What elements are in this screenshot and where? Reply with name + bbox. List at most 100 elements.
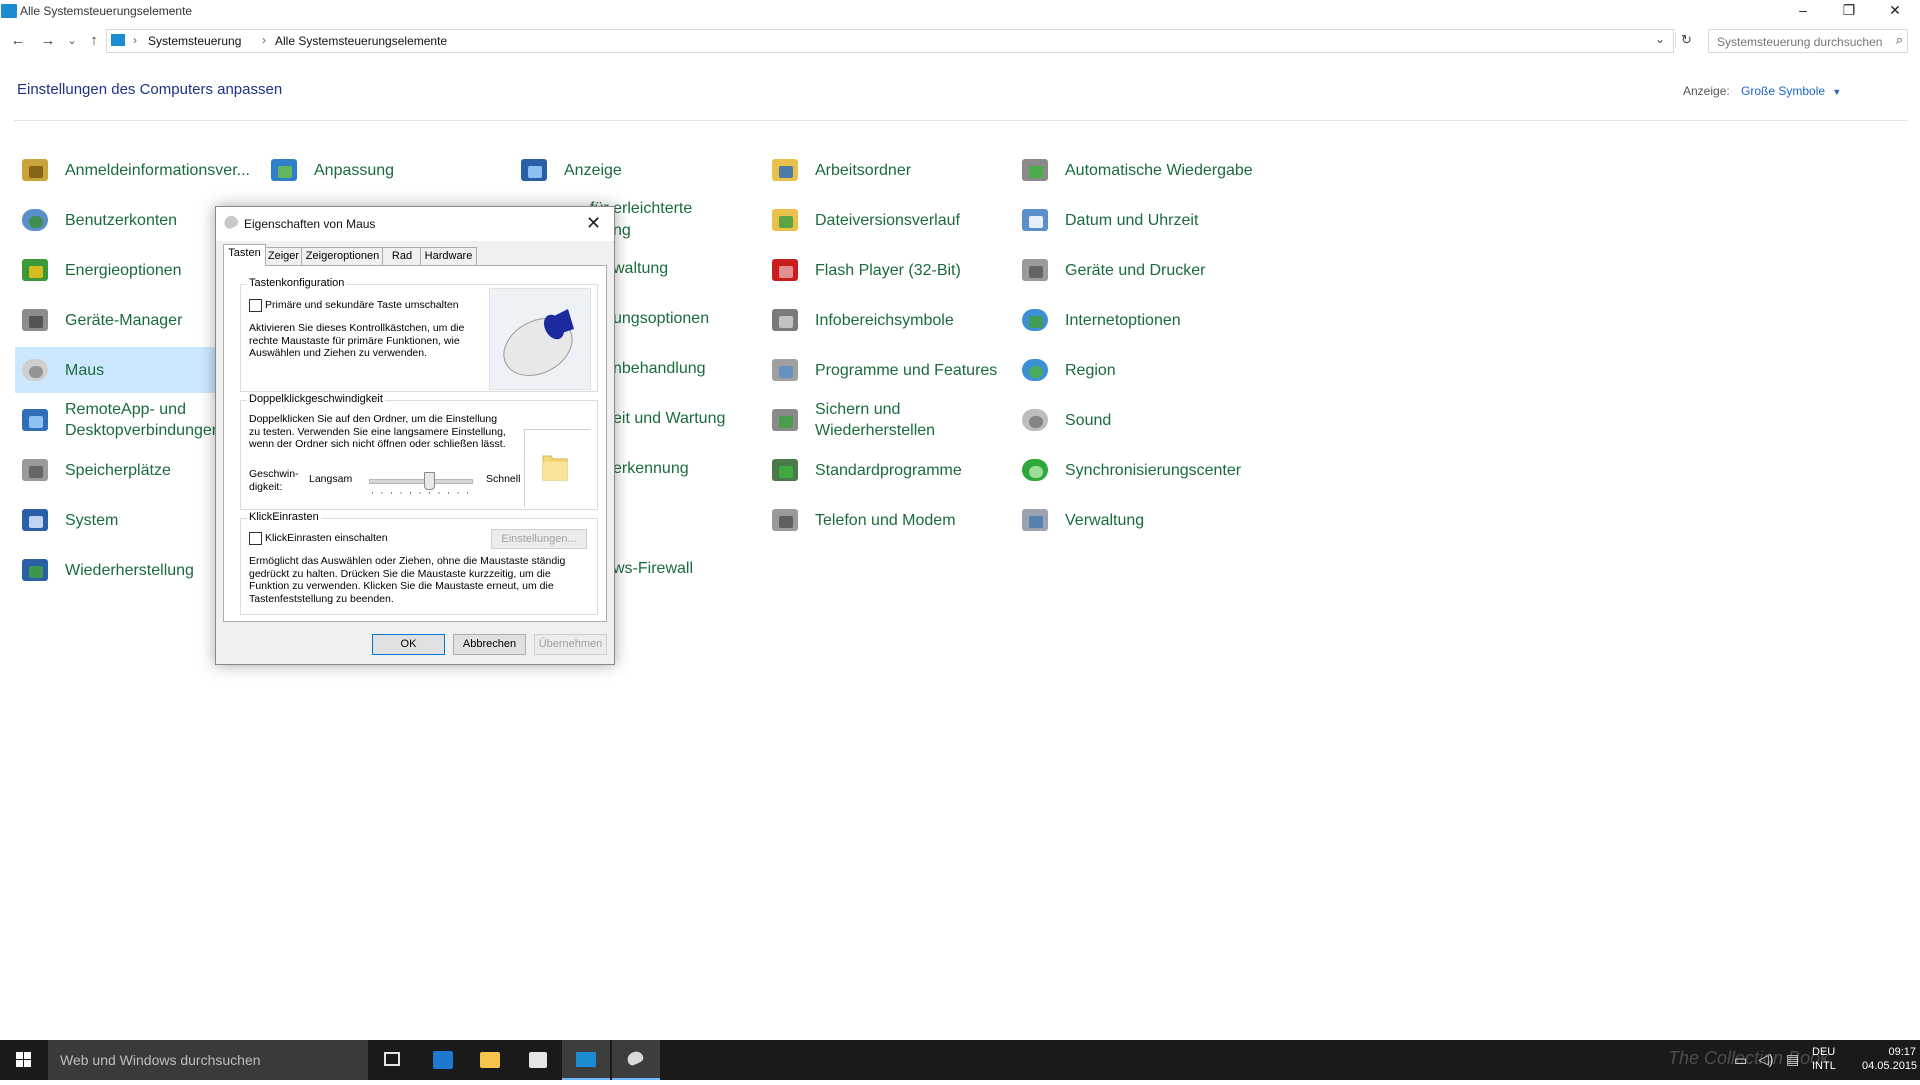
clock-icon [1019,204,1051,236]
address-dropdown-icon[interactable]: ⌄ [1655,32,1665,46]
switch-buttons-checkbox[interactable] [249,299,262,312]
item-datum-und-uhrzeit[interactable]: Datum und Uhrzeit [1015,197,1198,243]
action-center-icon[interactable]: ▤ [1786,1051,1799,1068]
switch-buttons-checkbox-row[interactable]: Primäre und sekundäre Taste umschalten [249,299,459,312]
address-bar[interactable]: › Systemsteuerung › Alle Systemsteuerung… [106,29,1692,53]
folder-icon[interactable] [537,448,577,488]
item-dateiversionsverlauf[interactable]: Dateiversionsverlauf [765,197,960,243]
item-anzeige[interactable]: Anzeige [514,147,622,193]
click-lock-checkbox[interactable] [249,532,262,545]
item-infobereichsymbole[interactable]: Infobereichsymbole [765,297,954,343]
item-anmeldeinformationsverwaltung[interactable]: Anmeldeinformationsver... [15,147,250,193]
network-icon[interactable]: ▭ [1734,1052,1747,1069]
recent-locations-icon[interactable]: ⌄ [62,31,82,51]
mouse-properties-taskbar-icon[interactable] [612,1040,660,1080]
item-telefon-und-modem[interactable]: Telefon und Modem [765,497,956,543]
start-button[interactable] [0,1040,48,1080]
slider-thumb[interactable] [424,472,435,490]
click-lock-settings-button[interactable]: Einstellungen... [491,529,587,549]
taskbar: Web und Windows durchsuchen The Collecti… [0,1040,1920,1080]
item-wiederherstellung[interactable]: Wiederherstellung [15,547,194,593]
double-click-speed-slider[interactable] [369,471,473,497]
click-lock-checkbox-row[interactable]: KlickEinrasten einschalten [249,532,388,545]
item-verwaltung[interactable]: Verwaltung [1015,497,1144,543]
tab-zeiger[interactable]: Zeiger [264,247,303,265]
store-icon[interactable] [514,1040,562,1080]
speed-label: Geschwin-digkeit: [249,468,299,493]
tab-hardware[interactable]: Hardware [420,247,477,265]
search-icon[interactable]: ⌕ [1896,32,1903,48]
item-benutzerkonten[interactable]: Benutzerkonten [15,197,177,243]
item-label-partial[interactable]: eit und Wartung [613,410,725,428]
item-remoteapp[interactable]: RemoteApp- und Desktopverbindungen [15,397,230,443]
item-synchronisierungscenter[interactable]: Synchronisierungscenter [1015,447,1241,493]
refresh-icon[interactable]: ↻ [1675,32,1692,48]
item-label-partial[interactable]: ng [613,222,631,240]
mouse-properties-dialog: Eigenschaften von Maus ✕ Tasten Zeiger Z… [215,206,615,665]
browser-icon[interactable] [418,1040,466,1080]
tab-zeigeroptionen[interactable]: Zeigeroptionen [301,247,384,265]
item-label: Benutzerkonten [65,211,178,229]
item-programme-und-features[interactable]: Programme und Features [765,347,997,393]
mouse-icon [222,213,240,231]
volume-icon[interactable]: ◁) [1758,1051,1773,1068]
search-input[interactable] [1715,33,1889,51]
taskbar-search-placeholder: Web und Windows durchsuchen [60,1052,261,1068]
item-label: Region [1065,361,1116,379]
item-sound[interactable]: Sound [1015,397,1111,443]
forward-arrow-icon[interactable]: → [38,31,58,51]
item-label-partial[interactable]: waltung [613,260,668,278]
programs-icon [769,354,801,386]
item-speicherplaetze[interactable]: Speicherplätze [15,447,171,493]
item-region[interactable]: Region [1015,347,1116,393]
item-energieoptionen[interactable]: Energieoptionen [15,247,182,293]
test-folder-area[interactable] [524,429,591,507]
breadcrumb-systemsteuerung[interactable]: Systemsteuerung [148,34,241,48]
power-options-icon [19,254,51,286]
task-view-icon[interactable] [368,1040,416,1080]
restore-button[interactable]: ❐ [1826,0,1872,20]
clock[interactable]: 09:17 04.05.2015 [1862,1046,1917,1072]
item-label-partial[interactable]: ungsoptionen [613,310,709,328]
tab-tasten[interactable]: Tasten [223,244,266,266]
search-box[interactable]: ⌕ [1708,29,1908,53]
file-explorer-icon[interactable] [466,1040,514,1080]
printer-icon [1019,254,1051,286]
minimize-button[interactable]: – [1780,0,1826,20]
item-geraete-manager[interactable]: Geräte-Manager [15,297,182,343]
ok-button[interactable]: OK [372,634,445,655]
item-label-partial[interactable]: erkennung [613,460,689,478]
up-arrow-icon[interactable]: ↑ [84,31,104,51]
item-internetoptionen[interactable]: Internetoptionen [1015,297,1181,343]
dialog-title-bar[interactable]: Eigenschaften von Maus ✕ [216,207,614,241]
back-arrow-icon[interactable]: ← [8,31,28,51]
breadcrumb-current[interactable]: Alle Systemsteuerungselemente [275,34,447,48]
item-sichern-und-wiederherstellen[interactable]: Sichern und Wiederherstellen [765,397,965,443]
item-system[interactable]: System [15,497,118,543]
item-flash-player[interactable]: Flash Player (32-Bit) [765,247,961,293]
item-maus[interactable]: Maus [15,347,215,393]
item-standardprogramme[interactable]: Standardprogramme [765,447,962,493]
view-mode-dropdown[interactable]: Große Symbole ▼ [1741,84,1841,98]
fast-label: Schnell [486,473,521,485]
credential-vault-icon [19,154,51,186]
view-mode-value: Große Symbole [1741,84,1826,98]
item-label-partial[interactable]: nbehandlung [613,360,706,378]
tab-rad[interactable]: Rad [382,247,422,265]
taskbar-search[interactable]: Web und Windows durchsuchen [48,1040,368,1080]
dialog-close-button[interactable]: ✕ [586,213,601,234]
apply-button[interactable]: Übernehmen [534,634,607,655]
control-panel-taskbar-icon[interactable] [562,1040,610,1080]
button-config-group: Tastenkonfiguration Primäre und sekundär… [240,277,598,392]
item-geraete-und-drucker[interactable]: Geräte und Drucker [1015,247,1206,293]
language-indicator[interactable]: DEU INTL [1812,1046,1836,1072]
close-button[interactable]: ✕ [1872,0,1918,20]
item-automatische-wiedergabe[interactable]: Automatische Wiedergabe [1015,147,1253,193]
chevron-right-icon: › [262,33,266,47]
item-anpassung[interactable]: Anpassung [264,147,394,193]
item-arbeitsordner[interactable]: Arbeitsordner [765,147,911,193]
cancel-button[interactable]: Abbrechen [453,634,526,655]
item-label-partial[interactable]: ws-Firewall [613,560,693,578]
keyboard-layout: INTL [1812,1060,1836,1072]
click-lock-group: KlickEinrasten KlickEinrasten einschalte… [240,511,598,615]
